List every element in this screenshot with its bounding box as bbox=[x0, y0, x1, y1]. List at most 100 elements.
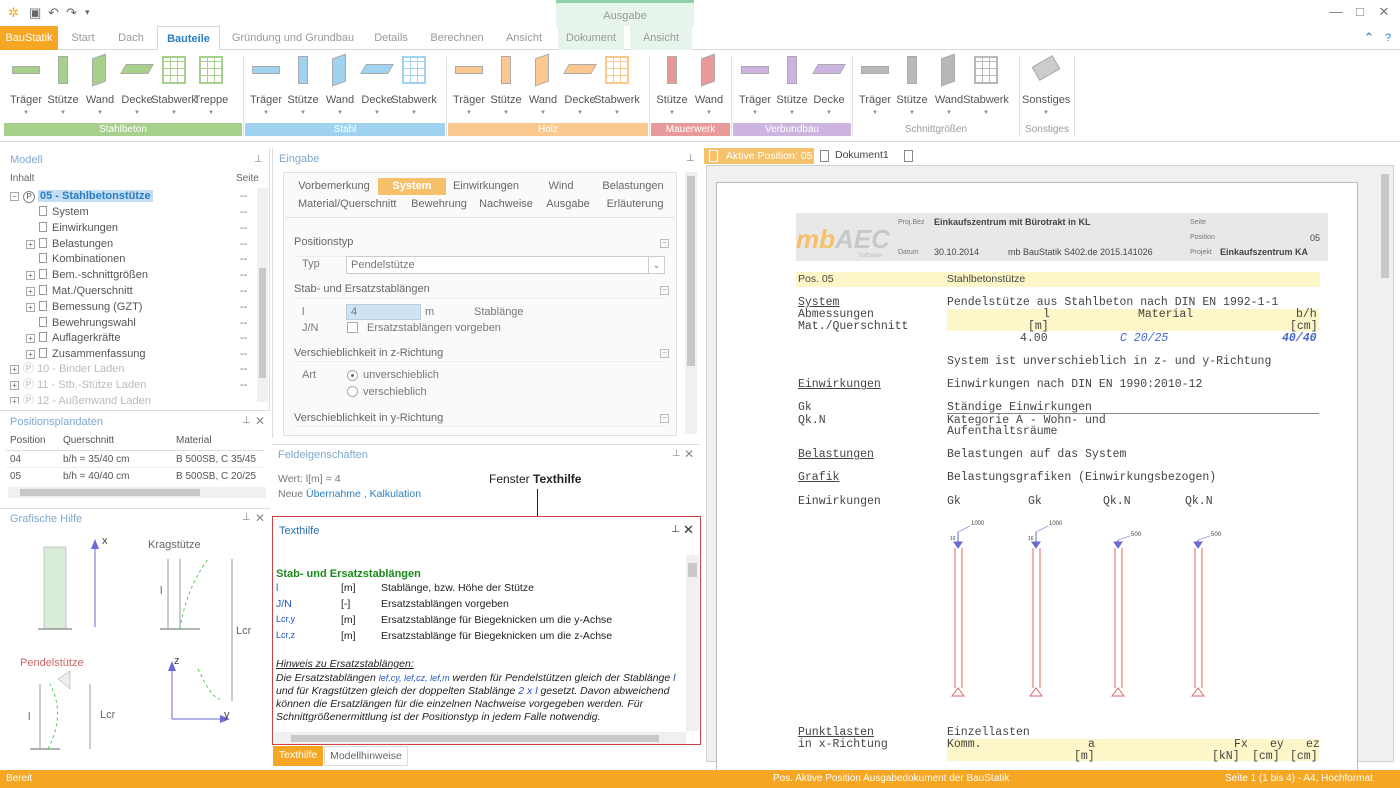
dropdown-arrow-icon[interactable]: ▼ bbox=[654, 110, 690, 116]
kalkulation-link[interactable]: Kalkulation bbox=[370, 488, 421, 500]
dropdown-arrow-icon[interactable]: ▼ bbox=[774, 110, 810, 116]
tree-item[interactable]: + Auflagerkräfte -- bbox=[26, 331, 247, 346]
table-cell[interactable]: B 500SB, C 20/25 bbox=[176, 471, 256, 482]
collapse-icon[interactable]: − bbox=[10, 192, 19, 201]
table-cell[interactable]: 05 bbox=[10, 471, 21, 482]
expand-icon[interactable]: + bbox=[26, 239, 35, 249]
dropdown-arrow-icon[interactable]: ▼ bbox=[119, 110, 155, 116]
texthilfe-vscroll[interactable] bbox=[686, 555, 699, 731]
close-icon[interactable]: ✕ bbox=[255, 511, 265, 525]
tab-baustatik[interactable]: BauStatik bbox=[0, 26, 58, 50]
dropdown-arrow-icon[interactable]: ▼ bbox=[691, 110, 727, 116]
tab-aktive-position[interactable]: Aktive Position: 05 bbox=[704, 148, 814, 164]
dropdown-arrow-icon[interactable]: ▼ bbox=[359, 110, 395, 116]
dropdown-arrow-icon[interactable]: ▼ bbox=[525, 110, 561, 116]
table-cell[interactable]: b/h = 40/40 cm bbox=[63, 471, 129, 482]
l-input[interactable]: 4 bbox=[346, 304, 421, 320]
tab-ansicht[interactable]: Ansicht bbox=[498, 26, 550, 50]
eingabe-tab[interactable]: Bewehrung bbox=[410, 196, 468, 213]
dropdown-arrow-icon[interactable]: ▼ bbox=[562, 110, 598, 116]
collapse-ribbon-icon[interactable]: ⌃ bbox=[1360, 26, 1378, 50]
uebernahme-link[interactable]: Übernahme bbox=[306, 488, 361, 500]
close-icon[interactable]: ✕ bbox=[684, 447, 694, 461]
tab-details[interactable]: Details bbox=[366, 26, 416, 50]
tree-item[interactable]: Einwirkungen -- bbox=[26, 221, 247, 236]
tree-item[interactable]: System -- bbox=[26, 205, 247, 220]
tab-dokument[interactable]: Dokument bbox=[558, 26, 624, 50]
dropdown-arrow-icon[interactable]: ▼ bbox=[488, 110, 524, 116]
radio-unverschieblich[interactable] bbox=[347, 370, 358, 381]
tab-texthilfe[interactable]: Texthilfe bbox=[273, 746, 323, 766]
pin-icon[interactable]: ⊥ bbox=[242, 512, 251, 523]
eingabe-tab[interactable]: Wind bbox=[546, 178, 576, 195]
table-cell[interactable]: B 500SB, C 35/45 bbox=[176, 454, 256, 465]
typ-select[interactable]: Pendelstütze ⌄ bbox=[346, 256, 665, 274]
dropdown-arrow-icon[interactable]: ▼ bbox=[156, 110, 192, 116]
tab-bauteile[interactable]: Bauteile bbox=[157, 26, 220, 51]
dropdown-arrow-icon[interactable]: ▼ bbox=[599, 110, 635, 116]
ribbon-stahlbeton-5-button[interactable]: Treppe ▼ bbox=[193, 54, 229, 116]
positionsplan-scrollbar[interactable] bbox=[8, 487, 266, 498]
close-icon[interactable]: ✕ bbox=[683, 522, 694, 538]
doc-scrollbar[interactable] bbox=[1378, 166, 1392, 760]
quick-access-dropdown-icon[interactable]: ▾ bbox=[85, 7, 90, 18]
tree-item[interactable]: Kombinationen -- bbox=[26, 252, 247, 267]
dropdown-arrow-icon[interactable]: ▼ bbox=[248, 110, 284, 116]
tab-modellhinweise[interactable]: Modellhinweise bbox=[324, 746, 408, 766]
eingabe-tab[interactable]: Nachweise bbox=[478, 196, 534, 213]
modell-scrollbar[interactable] bbox=[257, 188, 268, 402]
dropdown-arrow-icon[interactable]: ▼ bbox=[396, 110, 432, 116]
tab-ausgabe-ansicht[interactable]: Ansicht bbox=[630, 26, 692, 50]
dropdown-arrow-icon[interactable]: ▼ bbox=[968, 110, 1004, 116]
ribbon-mauerwerk-1-button[interactable]: Wand ▼ bbox=[691, 53, 727, 116]
chevron-down-icon[interactable]: ⌄ bbox=[648, 257, 664, 273]
tab-dach[interactable]: Dach bbox=[108, 26, 154, 50]
minimize-button[interactable]: — bbox=[1326, 4, 1346, 19]
dropdown-arrow-icon[interactable]: ▼ bbox=[1028, 110, 1064, 116]
tree-other-2[interactable]: + Ⓟ 11 - Stb.-Stütze Laden -- bbox=[10, 378, 247, 393]
close-icon[interactable]: ✕ bbox=[255, 414, 265, 428]
dropdown-arrow-icon[interactable]: ▼ bbox=[931, 110, 967, 116]
eingabe-tab[interactable]: Material/Querschnitt bbox=[298, 196, 396, 213]
help-icon[interactable]: ? bbox=[1380, 26, 1396, 50]
eingabe-tab[interactable]: Einwirkungen bbox=[452, 178, 520, 195]
table-cell[interactable]: b/h = 35/40 cm bbox=[63, 454, 129, 465]
tab-start[interactable]: Start bbox=[62, 26, 104, 50]
undo-icon[interactable]: ↶ bbox=[48, 5, 59, 21]
tree-item[interactable]: + Mat./Querschnitt -- bbox=[26, 284, 247, 299]
expand-icon[interactable]: + bbox=[26, 334, 35, 344]
tab-dokument1[interactable]: Dokument1 bbox=[835, 149, 889, 161]
save-icon[interactable]: ▣ bbox=[29, 5, 41, 21]
expand-icon[interactable]: + bbox=[26, 302, 35, 312]
pin-icon[interactable]: ⊥ bbox=[671, 524, 680, 535]
eingabe-tab[interactable]: Vorbemerkung bbox=[298, 178, 370, 195]
table-cell[interactable]: 04 bbox=[10, 454, 21, 465]
tree-other-1[interactable]: + Ⓟ 10 - Binder Laden -- bbox=[10, 362, 247, 377]
dropdown-arrow-icon[interactable]: ▼ bbox=[82, 110, 118, 116]
eingabe-scrollbar[interactable] bbox=[685, 172, 697, 434]
dropdown-arrow-icon[interactable]: ▼ bbox=[737, 110, 773, 116]
eingabe-tab[interactable]: System bbox=[378, 178, 446, 195]
dropdown-arrow-icon[interactable]: ▼ bbox=[193, 110, 229, 116]
tree-item[interactable]: + Zusammenfassung -- bbox=[26, 347, 247, 362]
texthilfe-hscroll[interactable] bbox=[275, 732, 686, 744]
dropdown-arrow-icon[interactable]: ▼ bbox=[451, 110, 487, 116]
pin-icon[interactable]: ⊥ bbox=[242, 415, 251, 426]
maximize-button[interactable]: □ bbox=[1350, 4, 1370, 19]
dropdown-arrow-icon[interactable]: ▼ bbox=[322, 110, 358, 116]
tree-item[interactable]: + Belastungen -- bbox=[26, 237, 247, 252]
dropdown-arrow-icon[interactable]: ▼ bbox=[285, 110, 321, 116]
ribbon-verbundbau-2-button[interactable]: Decke ▼ bbox=[811, 54, 847, 116]
new-document-icon[interactable] bbox=[904, 150, 913, 162]
pin-icon[interactable]: ⊥ bbox=[672, 448, 681, 459]
eingabe-tab[interactable]: Erläuterung bbox=[606, 196, 664, 213]
tree-item[interactable]: + Bem.-schnittgrößen -- bbox=[26, 268, 247, 283]
expand-icon[interactable]: + bbox=[26, 287, 35, 296]
ribbon-sonstiges-0-button[interactable]: Sonstiges ▼ bbox=[1022, 54, 1070, 116]
ribbon-holz-4-button[interactable]: Stabwerk ▼ bbox=[594, 54, 640, 116]
ribbon-schnittgroessen-3-button[interactable]: Stabwerk ▼ bbox=[963, 54, 1009, 116]
radio-verschieblich[interactable] bbox=[347, 386, 358, 397]
tab-gruendung[interactable]: Gründung und Grundbau bbox=[226, 26, 360, 50]
eingabe-tab[interactable]: Belastungen bbox=[602, 178, 664, 195]
jn-checkbox[interactable] bbox=[347, 322, 358, 333]
